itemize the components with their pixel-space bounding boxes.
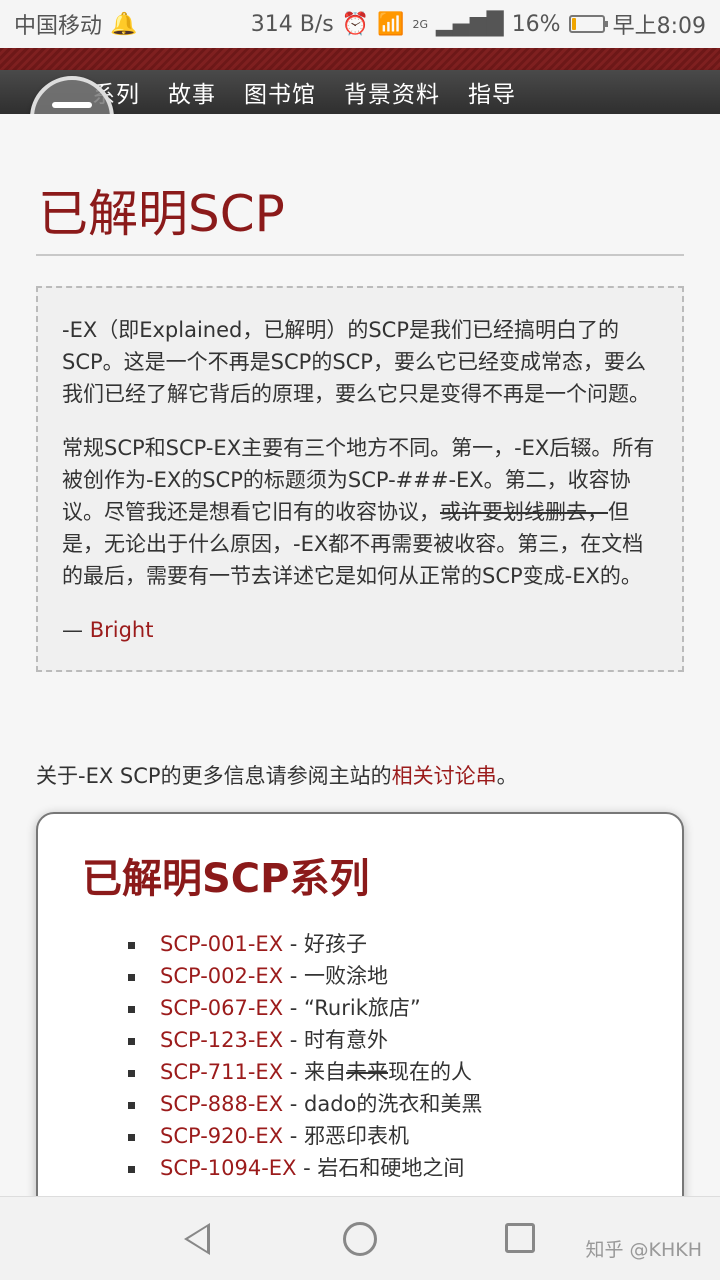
scp-name: 来自 [304,1060,347,1084]
battery-fill [571,18,577,30]
scp-link[interactable]: SCP-002-EX [160,964,283,988]
separator: - [283,1092,305,1116]
series-box: 已解明SCP系列 SCP-001-EX - 好孩子 SCP-002-EX - 一… [36,812,684,1196]
list-item: SCP-888-EX - dado的洗衣和美黑 [128,1088,682,1120]
system-nav-bar: 知乎 @KHKH [0,1196,720,1280]
scp-link[interactable]: SCP-888-EX [160,1092,283,1116]
scp-name: 时有意外 [304,1028,389,1052]
list-item: SCP-920-EX - 邪恶印表机 [128,1120,682,1152]
quote-paragraph-2: 常规SCP和SCP-EX主要有三个地方不同。第一，-EX后辍。所有被创作为-EX… [62,432,658,592]
scp-name: 岩石和硬地之间 [317,1156,465,1180]
separator: - [296,1156,318,1180]
separator: - [283,1028,305,1052]
scp-name: 一败涂地 [304,964,389,988]
separator: - [283,1124,305,1148]
scp-link[interactable]: SCP-001-EX [160,932,283,956]
intro-quote: -EX（即Explained，已解明）的SCP是我们已经搞明白了的SCP。这是一… [36,286,684,672]
quote-signature: — Bright [62,614,658,646]
series-list: SCP-001-EX - 好孩子 SCP-002-EX - 一败涂地 SCP-0… [82,928,682,1184]
series-title: 已解明SCP系列 [82,856,370,902]
signal-icon: ▂▄▆█ [436,11,504,37]
info-text: 关于-EX SCP的更多信息请参阅主站的 [36,764,392,788]
notification-bell-icon: 🔔 [110,11,138,37]
scp-name: 现在的人 [388,1060,473,1084]
wifi-icon: 📶 [377,11,405,37]
discussion-thread-link[interactable]: 相关讨论串 [392,764,497,788]
quote-strikethrough: 或许要划线删去， [440,500,608,524]
scp-name: 邪恶印表机 [304,1124,410,1148]
title-divider [36,254,684,256]
list-item: SCP-711-EX - 来自未来现在的人 [128,1056,682,1088]
separator: - [283,932,305,956]
page-title: 已解明SCP [38,185,285,243]
list-item: SCP-1094-EX - 岩石和硬地之间 [128,1152,682,1184]
back-icon[interactable] [184,1223,210,1255]
status-right: 314 B/s ⏰ 📶 2G ▂▄▆█ 16% 早上8:09 [251,8,706,40]
list-item: SCP-123-EX - 时有意外 [128,1024,682,1056]
clock: 早上8:09 [612,14,706,39]
page-content: 已解明SCP -EX（即Explained，已解明）的SCP是我们已经搞明白了的… [0,114,720,1196]
info-line: 关于-EX SCP的更多信息请参阅主站的相关讨论串。 [36,760,518,790]
list-item: SCP-002-EX - 一败涂地 [128,960,682,992]
scp-link[interactable]: SCP-1094-EX [160,1156,296,1180]
recent-apps-icon[interactable] [505,1223,535,1253]
scp-name: “Rurik旅店” [304,996,421,1020]
scp-link[interactable]: SCP-123-EX [160,1028,283,1052]
separator: - [283,996,305,1020]
status-bar: 中国移动 🔔 314 B/s ⏰ 📶 2G ▂▄▆█ 16% 早上8:09 [0,0,720,48]
scp-link[interactable]: SCP-711-EX [160,1060,283,1084]
quote-paragraph-1: -EX（即Explained，已解明）的SCP是我们已经搞明白了的SCP。这是一… [62,318,650,406]
network-type-tag: 2G [412,18,428,31]
nav-item-background[interactable]: 背景资料 [344,75,440,109]
status-left: 中国移动 🔔 [14,8,137,40]
carrier-label: 中国移动 [14,14,103,39]
scp-name: 好孩子 [304,932,368,956]
scp-link[interactable]: SCP-920-EX [160,1124,283,1148]
nav-item-stories[interactable]: 故事 [168,75,216,109]
scp-name-strikethrough: 未来 [346,1060,389,1084]
list-item: SCP-001-EX - 好孩子 [128,928,682,960]
info-text: 。 [496,764,518,788]
nav-item-library[interactable]: 图书馆 [244,75,316,109]
nav-item-guide[interactable]: 指导 [468,75,516,109]
home-icon[interactable] [343,1222,377,1256]
author-link[interactable]: Bright [90,618,154,642]
alarm-clock-icon: ⏰ [341,11,370,37]
separator: - [283,964,305,988]
scp-link[interactable]: SCP-067-EX [160,996,283,1020]
network-speed: 314 B/s [250,11,334,37]
menu-line [52,102,92,108]
signature-dash: — [62,618,90,642]
battery-percent: 16% [511,11,561,37]
header-stripe [0,48,720,70]
battery-icon [568,15,608,33]
watermark: 知乎 @KHKH [585,1239,702,1261]
list-item: SCP-067-EX - “Rurik旅店” [128,992,682,1024]
scp-name: dado的洗衣和美黑 [304,1092,483,1116]
separator: - [283,1060,305,1084]
